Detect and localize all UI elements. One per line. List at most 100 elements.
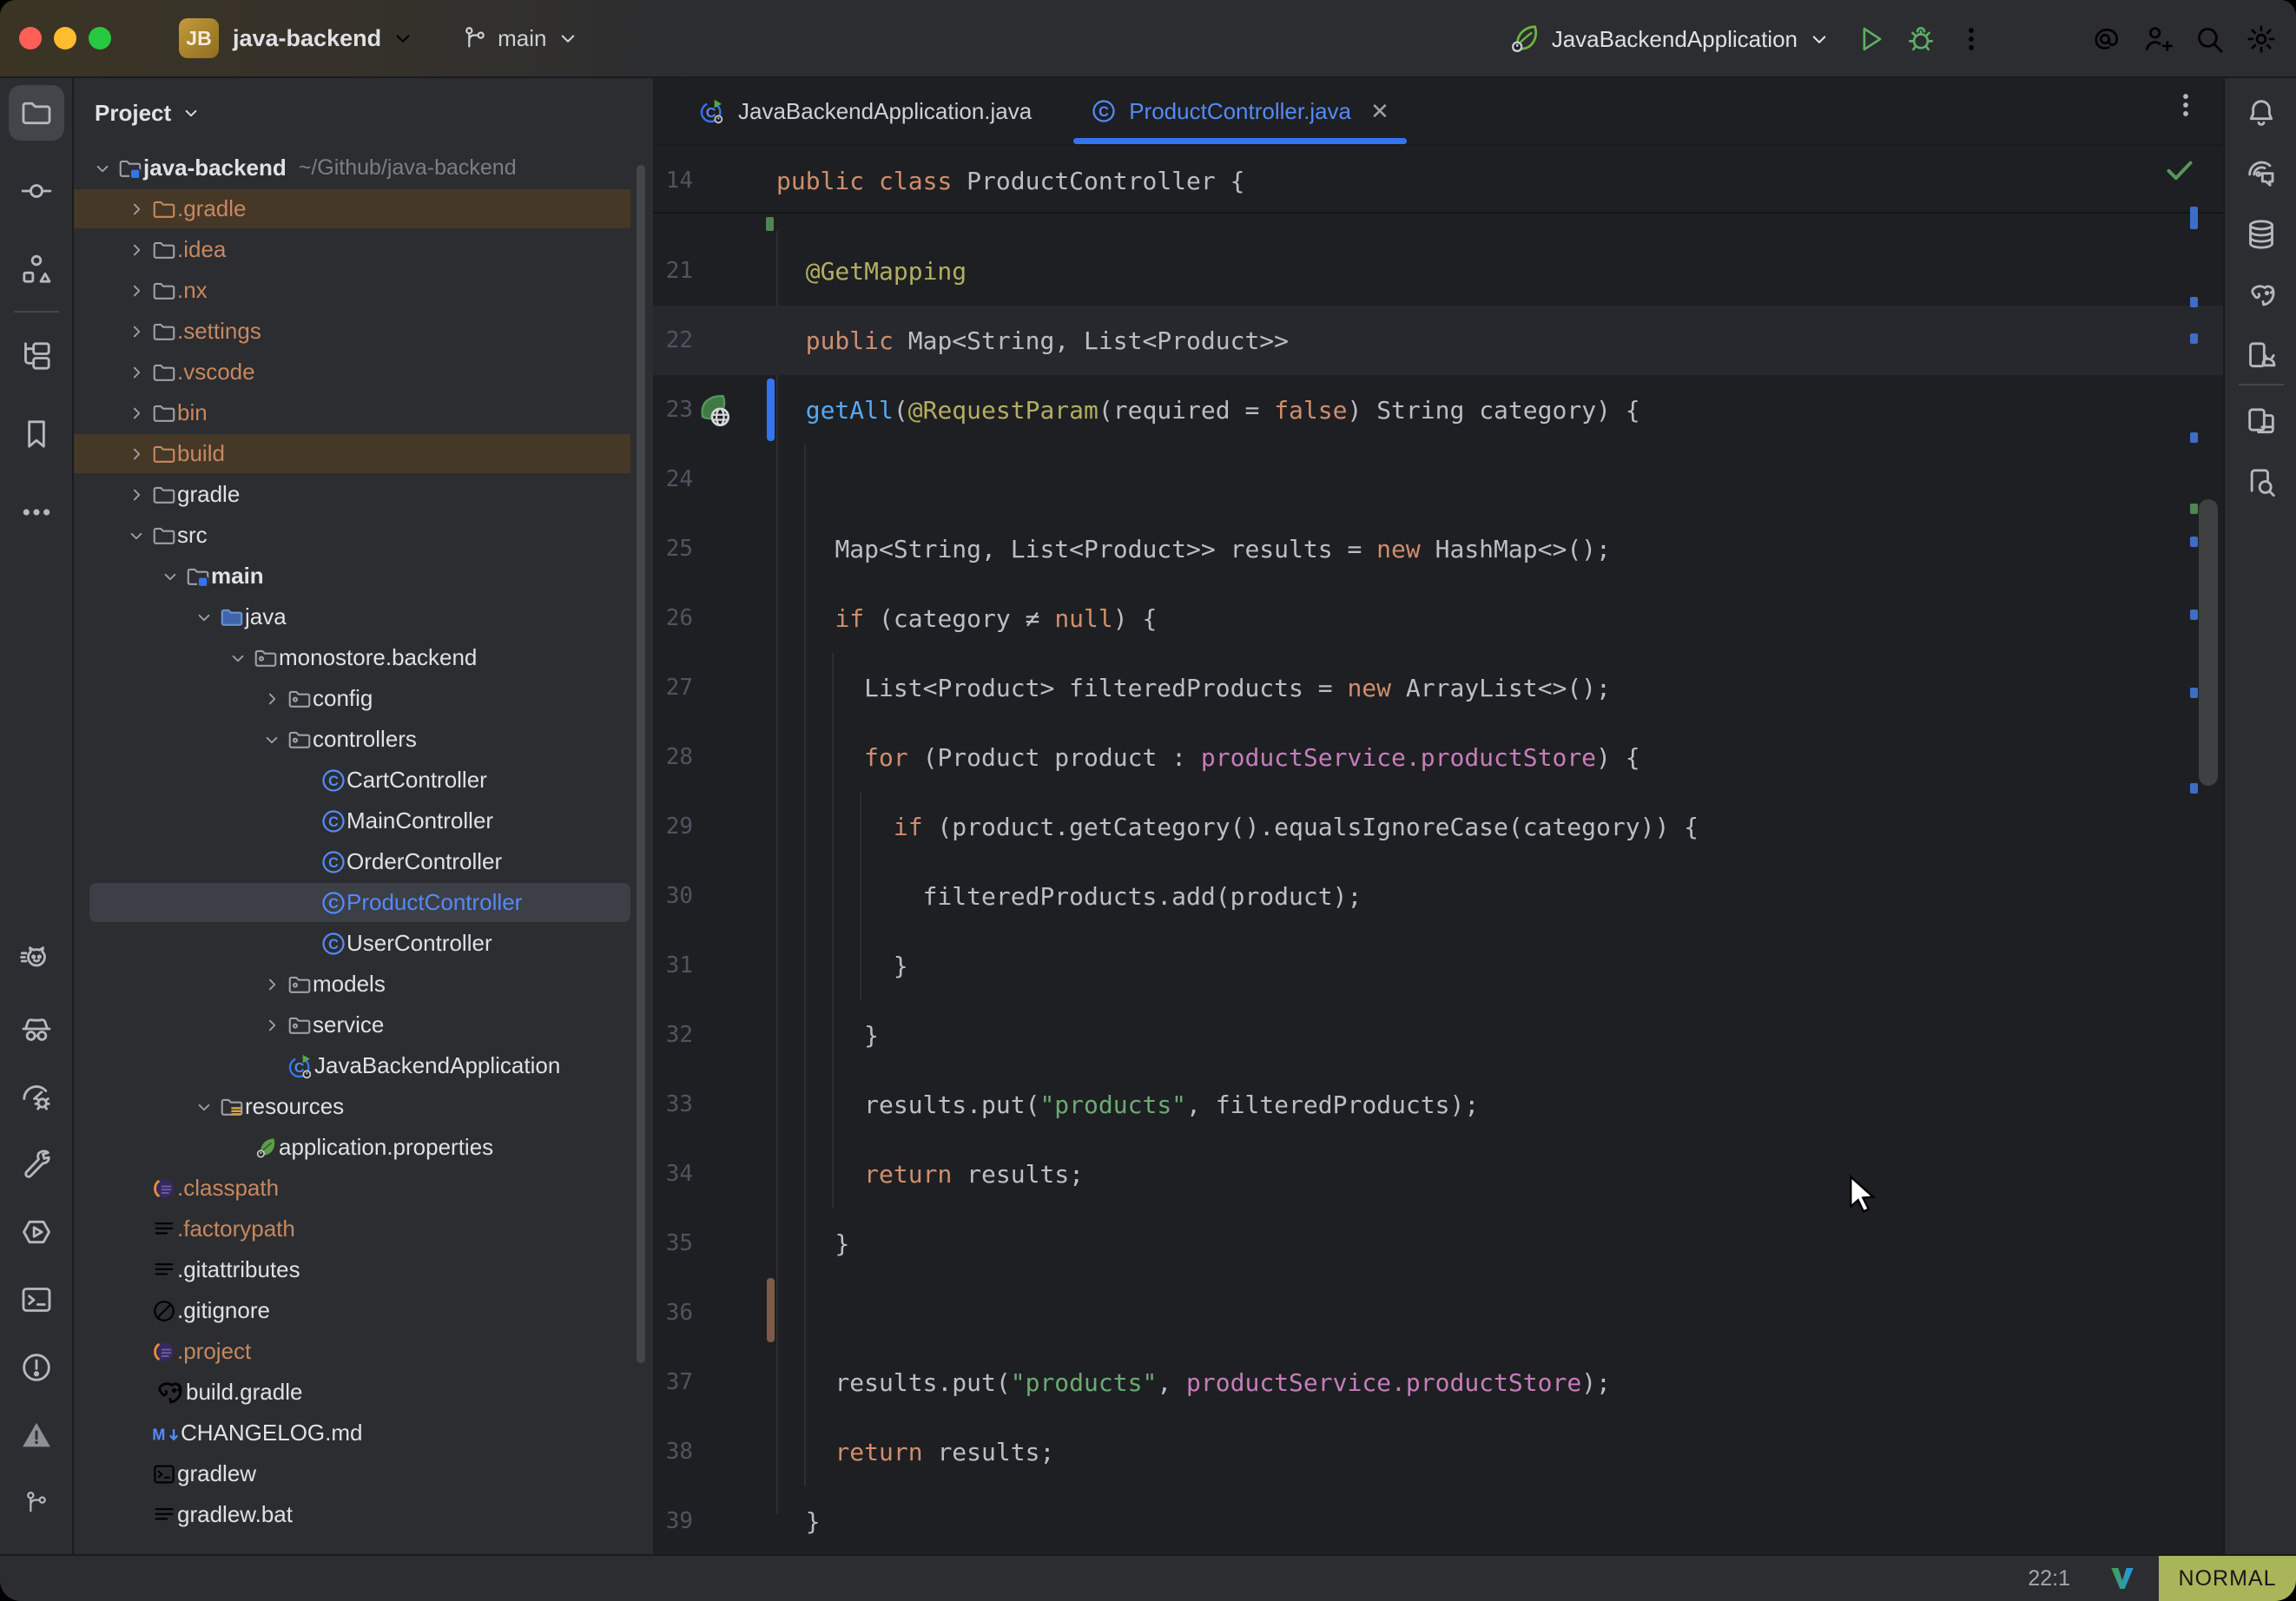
stripe-mark-added[interactable] <box>2190 504 2198 514</box>
code-line-29[interactable]: 29 if (product.getCategory().equalsIgnor… <box>653 792 2223 861</box>
search-everywhere-button[interactable] <box>2190 20 2228 58</box>
tree-row-gradle[interactable]: gradle <box>74 474 653 515</box>
code-line-23[interactable]: 23 getAll(@RequestParam(required = false… <box>653 375 2223 445</box>
code-line-39[interactable]: 39 } <box>653 1486 2223 1556</box>
gutter[interactable]: 14 <box>653 146 776 215</box>
chevron-right-icon[interactable] <box>122 276 151 306</box>
gradle-button[interactable] <box>2233 267 2289 323</box>
run-button[interactable] <box>1851 20 1890 58</box>
code-inspection-button[interactable] <box>2233 455 2289 511</box>
chevron-down-icon[interactable] <box>257 725 287 754</box>
tree-row-resources[interactable]: resources <box>74 1086 653 1127</box>
chevron-right-icon[interactable] <box>257 970 287 999</box>
code-line-21[interactable]: 21 @GetMapping <box>653 236 2223 306</box>
gutter[interactable]: 28 <box>653 722 776 792</box>
caret-position[interactable]: 22:1 <box>2028 1566 2070 1591</box>
git-branch-button[interactable] <box>9 1475 64 1531</box>
chevron-right-icon[interactable] <box>257 684 287 714</box>
tree-row--settings[interactable]: .settings <box>74 311 653 352</box>
chevron-right-icon[interactable] <box>122 399 151 428</box>
tree-row-java[interactable]: java <box>74 596 653 637</box>
tree-row-usercontroller[interactable]: CUserController <box>74 923 653 964</box>
chevron-right-icon[interactable] <box>122 358 151 387</box>
minimize-window-button[interactable] <box>54 27 76 49</box>
stripe-mark-modified[interactable] <box>2190 783 2198 794</box>
tree-row--gitattributes[interactable]: .gitattributes <box>74 1249 653 1290</box>
gutter[interactable]: 27 <box>653 653 776 722</box>
tree-row-bin[interactable]: bin <box>74 392 653 433</box>
gutter[interactable]: 25 <box>653 514 776 583</box>
profiler-button[interactable] <box>9 1069 64 1124</box>
change-marker[interactable] <box>767 1278 775 1342</box>
close-window-button[interactable] <box>19 27 42 49</box>
chevron-right-icon[interactable] <box>122 317 151 346</box>
tree-row-java-backend[interactable]: java-backend~/Github/java-backend <box>74 148 653 188</box>
tree-row-changelog-md[interactable]: MCHANGELOG.md <box>74 1413 653 1453</box>
chevron-down-icon[interactable] <box>223 643 253 673</box>
ai-chat-button[interactable] <box>2233 146 2289 201</box>
stripe-mark-modified[interactable] <box>2190 432 2198 443</box>
chevron-down-icon[interactable] <box>155 562 185 591</box>
code-line-14[interactable]: 14public class ProductController { <box>653 146 2223 215</box>
gutter[interactable]: 35 <box>653 1209 776 1278</box>
branch-selector[interactable]: main <box>461 24 581 52</box>
tree-row-javabackendapplication[interactable]: CJavaBackendApplication <box>74 1045 653 1086</box>
gutter[interactable]: 30 <box>653 861 776 931</box>
tree-row-main[interactable]: main <box>74 556 653 596</box>
problems-button[interactable] <box>9 1340 64 1395</box>
gutter[interactable]: 37 <box>653 1347 776 1417</box>
tree-row--gradle[interactable]: .gradle <box>74 188 653 229</box>
code-line-31[interactable]: 31 } <box>653 931 2223 1000</box>
tree-row-service[interactable]: service <box>74 1005 653 1045</box>
notifications-button[interactable] <box>2233 85 2289 141</box>
code-line-36[interactable]: 36 <box>653 1278 2223 1347</box>
gutter[interactable]: 23 <box>653 375 776 445</box>
database-button[interactable] <box>2233 207 2289 262</box>
code-line-27[interactable]: 27 List<Product> filteredProducts = new … <box>653 653 2223 722</box>
commit-button[interactable] <box>9 163 64 219</box>
device-manager-button[interactable] <box>2233 328 2289 384</box>
services-button[interactable] <box>9 1204 64 1260</box>
chevron-right-icon[interactable] <box>122 235 151 265</box>
tab-productcontroller-java[interactable]: CProductController.java✕ <box>1061 78 1419 144</box>
inspections-ok-icon[interactable] <box>2162 153 2197 188</box>
tree-row-application-properties[interactable]: application.properties <box>74 1127 653 1168</box>
tree-row-maincontroller[interactable]: CMainController <box>74 800 653 841</box>
build-button[interactable] <box>9 1137 64 1192</box>
chevron-down-icon[interactable] <box>189 603 219 632</box>
tree-row-productcontroller[interactable]: CProductController <box>74 882 653 923</box>
tree-row-build[interactable]: build <box>74 433 653 474</box>
tree-row-gradlew[interactable]: gradlew <box>74 1453 653 1494</box>
gutter[interactable]: 24 <box>653 445 776 514</box>
tree-row-config[interactable]: config <box>74 678 653 719</box>
chevron-right-icon[interactable] <box>122 439 151 469</box>
more-button[interactable] <box>9 484 64 540</box>
tree-row-gradlew-bat[interactable]: gradlew.bat <box>74 1494 653 1535</box>
tree-scrollbar[interactable] <box>637 165 645 1363</box>
plugins-button[interactable] <box>9 328 64 384</box>
tree-row-ordercontroller[interactable]: COrderController <box>74 841 653 882</box>
tab-javabackendapplication-java[interactable]: CJavaBackendApplication.java <box>669 78 1061 144</box>
terminal-button[interactable] <box>9 1272 64 1328</box>
bookmarks-button[interactable] <box>9 406 64 462</box>
tree-row--gitignore[interactable]: .gitignore <box>74 1290 653 1331</box>
code-line-38[interactable]: 38 return results; <box>653 1417 2223 1486</box>
project-name[interactable]: java-backend <box>233 25 381 52</box>
code-with-me-button[interactable] <box>2138 20 2176 58</box>
code-line-28[interactable]: 28 for (Product product : productService… <box>653 722 2223 792</box>
code-line-30[interactable]: 30 filteredProducts.add(product); <box>653 861 2223 931</box>
code-line-22[interactable]: 22 public Map<String, List<Product>> <box>653 306 2223 375</box>
gutter[interactable]: 22 <box>653 306 776 375</box>
warnings-button[interactable] <box>9 1407 64 1463</box>
ai-cat-button[interactable] <box>9 933 64 989</box>
vim-mode-badge[interactable]: NORMAL <box>2159 1556 2296 1601</box>
stripe-mark-modified[interactable] <box>2190 688 2198 698</box>
tree-row-models[interactable]: models <box>74 964 653 1005</box>
gutter[interactable]: 21 <box>653 236 776 306</box>
tree-row-build-gradle[interactable]: build.gradle <box>74 1372 653 1413</box>
gutter[interactable]: 36 <box>653 1278 776 1347</box>
tree-row--idea[interactable]: .idea <box>74 229 653 270</box>
mapping-gutter-icon[interactable] <box>695 390 735 430</box>
tree-row-monostore-backend[interactable]: monostore.backend <box>74 637 653 678</box>
project-panel-header[interactable]: Project <box>74 78 653 148</box>
